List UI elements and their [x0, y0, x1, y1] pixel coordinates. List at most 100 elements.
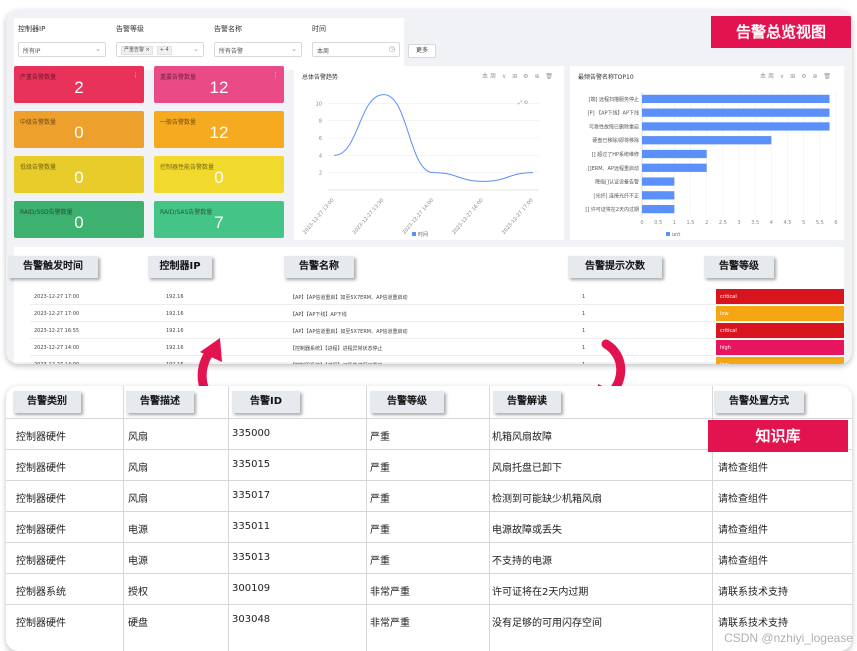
cell-ip: 192.16 — [166, 345, 184, 351]
trend-panel: 总体告警趋势 本周 ∨ ⊞ ⚙ ⊕ 🗑 2 4 6 8 10 2023-12-27 13:… — [294, 66, 564, 240]
x-tick-label: 0.5 — [654, 220, 662, 226]
bar[interactable] — [642, 108, 830, 117]
category-label: 可靠性故障已删除重启 — [589, 123, 639, 130]
col-header-ip[interactable]: 控制器IP — [148, 256, 212, 278]
col-header-action[interactable]: 告警处置方式 — [714, 391, 804, 413]
cell-explain: 许可证将在2天内过期 — [492, 587, 589, 598]
x-tick-label: 6 — [834, 220, 837, 226]
bar[interactable] — [642, 177, 675, 186]
cell-id: 335000 — [232, 428, 271, 439]
cell-name: 【AP】【AP信道重启】如至5X7ERM、AP信道重启动 — [290, 295, 408, 301]
table-row[interactable]: 控制器系统 授权 300109 非常严重 许可证将在2天内过期 请联系技术支持 — [6, 573, 852, 604]
zoom-icon[interactable]: ⤢ ⟲ — [518, 100, 528, 106]
cell-level: low — [716, 306, 844, 321]
cell-time: 2023-12-27 17:00 — [34, 311, 80, 317]
stat-card[interactable]: 中级告警数量 0 — [14, 111, 144, 148]
cell-category: 控制器硬件 — [16, 556, 66, 567]
y-tick-label: 6 — [319, 136, 322, 142]
bar[interactable] — [642, 163, 707, 172]
ip-select[interactable]: 所有IP ⌄ — [18, 42, 106, 57]
more-icon[interactable]: ⋮ — [272, 71, 279, 79]
x-tick-label: 2023-12-27 13:00 — [302, 197, 336, 235]
cell-name: 【AP】【AP下线】AP下线 — [290, 312, 347, 318]
alarm-overview-dashboard: 控制器IP 所有IP ⌄ 告警等级 严重告警 × + 4 ⌄ 告警名称 所有告警 — [6, 10, 852, 364]
table-row[interactable]: 2023-12-27 14:00 192.16 【控制器系统】【进程】可靠性进程已重… — [30, 357, 844, 364]
cell-id: 303048 — [232, 614, 271, 625]
filter-label: 告警名称 — [214, 25, 242, 33]
cell-id: 335015 — [232, 459, 271, 470]
table-row[interactable]: 2023-12-27 17:00 192.16 【AP】【AP信道重启】如至5X7E… — [30, 289, 844, 305]
table-row[interactable]: 控制器硬件 风扇 335017 严重 检测到可能缺少机箱风扇 请检查组件 — [6, 480, 852, 511]
composite-screenshot: 控制器IP 所有IP ⌄ 告警等级 严重告警 × + 4 ⌄ 告警名称 所有告警 — [0, 0, 857, 651]
table-row[interactable]: 控制器硬件 风扇 335015 严重 风扇托盘已卸下 请检查组件 — [6, 449, 852, 480]
cell-level: 非常严重 — [370, 618, 410, 629]
name-select[interactable]: 所有告警 ⌄ — [214, 42, 302, 57]
stat-card[interactable]: 一般告警数量 12 — [154, 111, 284, 148]
cell-id: 335011 — [232, 521, 271, 532]
more-chip[interactable]: + 4 — [156, 46, 172, 55]
level-select[interactable]: 严重告警 × + 4 ⌄ — [116, 42, 204, 57]
cell-category: 控制器硬件 — [16, 494, 66, 505]
cell-action: 请检查组件 — [718, 494, 768, 505]
category-label: [] 超过了HP系统维修 — [592, 151, 639, 158]
col-header-category[interactable]: 告警类别 — [13, 391, 81, 413]
cell-time: 2023-12-27 14:00 — [34, 345, 80, 351]
cell-level: critical — [716, 289, 844, 304]
category-label: [P] 【AP下线】AP下线 — [588, 110, 639, 117]
cell-name: 【控制器系统】【进程】进程异常状态停止 — [290, 346, 383, 352]
table-row[interactable]: 2023-12-27 16:55 192.16 【AP】【AP信道重启】如至5X7E… — [30, 323, 844, 339]
cell-action: 请联系技术支持 — [718, 587, 788, 598]
cell-action: 请检查组件 — [718, 463, 768, 474]
table-row[interactable]: 控制器硬件 电源 335013 严重 不支持的电源 请检查组件 — [6, 542, 852, 573]
bar[interactable] — [642, 191, 675, 200]
knowledge-base-table: 告警类别 告警描述 告警ID 告警等级 告警解读 告警处置方式 控制器硬件 风扇 3… — [6, 386, 852, 651]
y-tick-label: 4 — [319, 153, 322, 159]
stat-card[interactable]: 控制器性能告警数量 0 — [154, 156, 284, 193]
cell-name: 【AP】【AP信道重启】如至5X7ERM、AP信道重启动 — [290, 329, 408, 335]
category-label: 降级[]认证设备告警 — [595, 179, 639, 186]
cell-desc: 风扇 — [128, 494, 148, 505]
more-icon[interactable]: ⋮ — [132, 71, 139, 79]
bar[interactable] — [642, 149, 707, 159]
table-row[interactable]: 控制器硬件 电源 335011 严重 电源故障或丢失 请检查组件 — [6, 511, 852, 542]
table-row[interactable]: 2023-12-27 17:00 192.16 【AP】【AP下线】AP下线 1 low — [30, 306, 844, 322]
cell-explain: 机箱风扇故障 — [492, 432, 552, 443]
col-header-explain[interactable]: 告警解读 — [493, 391, 561, 413]
level-chip[interactable]: 严重告警 × — [121, 46, 153, 55]
cell-level: 严重 — [370, 556, 390, 567]
stat-card[interactable]: 严重告警数量 2 ⋮ — [14, 66, 144, 103]
cell-id: 300109 — [232, 583, 271, 594]
stat-card[interactable]: RAID/SSD告警数量 0 — [14, 201, 144, 238]
col-header-count[interactable]: 告警提示次数 — [568, 256, 662, 278]
stat-card[interactable]: 重要告警数量 12 ⋮ — [154, 66, 284, 103]
stat-card[interactable]: 低级告警数量 0 — [14, 156, 144, 193]
col-header-name[interactable]: 告警名称 — [284, 256, 354, 278]
bar[interactable] — [642, 122, 830, 131]
legend-label: unt — [672, 232, 680, 238]
top10-panel: 最频告警名称TOP10 本周 ∨ ⊞ ⚙ ⊕ 🗑 0 0.5 1 1.5 2 2.5 3 3.… — [570, 66, 844, 240]
cell-action: 请联系技术支持 — [718, 618, 788, 629]
col-header-id[interactable]: 告警ID — [232, 391, 300, 413]
col-header-desc[interactable]: 告警描述 — [126, 391, 194, 413]
bar[interactable] — [642, 136, 772, 145]
table-row[interactable]: 2023-12-27 14:00 192.16 【控制器系统】【进程】进程异常状态停… — [30, 340, 844, 356]
clock-icon: ◷ — [388, 45, 395, 53]
filter-label: 控制器IP — [18, 25, 46, 33]
stat-value: 12 — [209, 123, 229, 142]
time-select[interactable]: 本周 ◷ — [312, 42, 400, 57]
cell-desc: 授权 — [128, 587, 148, 598]
col-header-level[interactable]: 告警等级 — [704, 256, 774, 278]
x-tick-label: 3.5 — [751, 220, 759, 226]
x-tick-label: 1 — [673, 220, 676, 226]
chevron-down-icon: ⌄ — [193, 45, 199, 53]
stat-card[interactable]: RAID/SAS告警数量 7 — [154, 201, 284, 238]
cell-count: 1 — [582, 311, 586, 317]
col-header-level[interactable]: 告警等级 — [370, 391, 444, 413]
more-button[interactable]: 更多 — [408, 44, 436, 58]
bar[interactable] — [642, 94, 830, 104]
cell-category: 控制器系统 — [16, 587, 66, 598]
x-tick-label: 2023-12-27 13:30 — [352, 197, 386, 235]
bar[interactable] — [642, 204, 675, 214]
col-header-time[interactable]: 告警触发时间 — [8, 256, 98, 278]
x-tick-label: 2023-12-27 14:00 — [401, 197, 435, 235]
